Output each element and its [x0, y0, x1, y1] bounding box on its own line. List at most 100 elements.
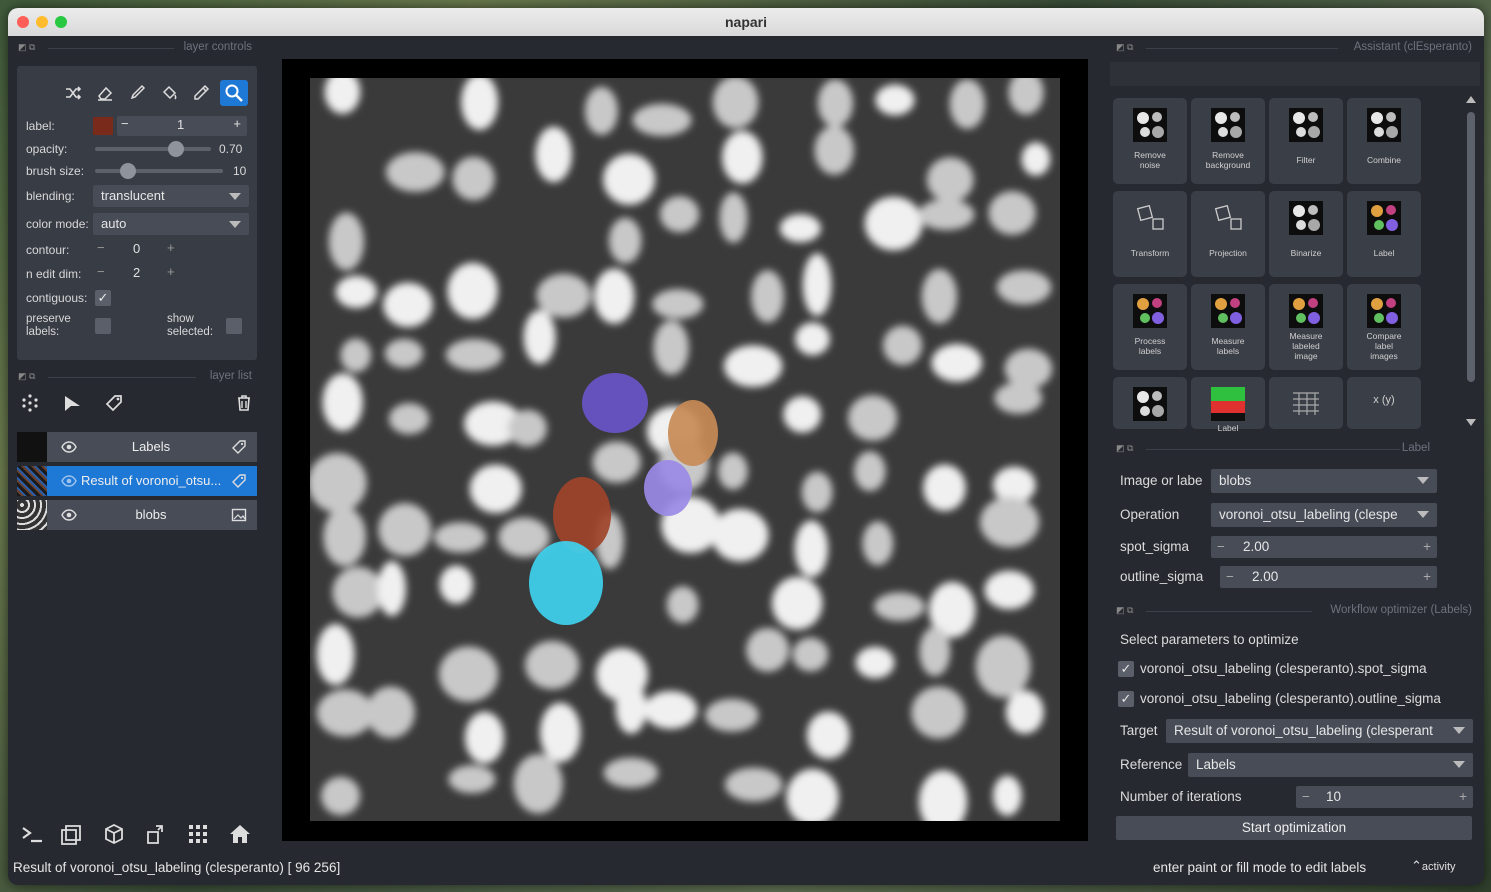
pick-tool-button[interactable] — [187, 80, 215, 106]
layer-name[interactable]: Result of voronoi_otsu... — [81, 473, 221, 488]
iterations-spinbox[interactable]: − 10 + — [1296, 786, 1473, 808]
dock-float-icon[interactable]: ◩ ⧉ — [1116, 443, 1133, 454]
spot-sigma-label: spot_sigma — [1120, 539, 1190, 554]
assistant-tile[interactable]: Transform — [1113, 191, 1187, 277]
new-points-layer-button[interactable] — [16, 390, 44, 416]
spot-sigma-param-checkbox[interactable]: ✓ — [1118, 661, 1134, 677]
console-button[interactable] — [16, 820, 48, 848]
viewer-canvas[interactable] — [282, 59, 1088, 841]
decrement-icon[interactable]: − — [1217, 536, 1225, 558]
spot-sigma-spinbox[interactable]: − 2.00 + — [1211, 536, 1437, 558]
assistant-tile[interactable]: Label — [1347, 191, 1421, 277]
increment-icon[interactable]: + — [1459, 786, 1467, 808]
transform-tool-button[interactable] — [59, 80, 87, 106]
assistant-scrollbar[interactable] — [1466, 96, 1478, 430]
assistant-search-bar[interactable] — [1110, 62, 1480, 86]
opacity-slider[interactable] — [95, 147, 211, 151]
pan-zoom-tool-button[interactable] — [220, 80, 248, 106]
transform-icon — [1133, 201, 1167, 235]
transpose-button[interactable] — [140, 820, 172, 848]
visibility-eye-icon[interactable] — [61, 440, 77, 459]
assistant-tile[interactable]: Measure labels — [1191, 284, 1265, 370]
visibility-eye-icon[interactable] — [61, 474, 77, 493]
grid-view-button[interactable] — [182, 820, 214, 848]
scrollbar-thumb[interactable] — [1467, 112, 1475, 382]
assistant-tile[interactable]: x (y) — [1347, 377, 1421, 429]
dock-float-icon[interactable]: ◩ ⧉ — [1116, 605, 1133, 616]
image-input-dropdown[interactable]: blobs — [1211, 469, 1437, 493]
assistant-tile[interactable]: Label — [1191, 377, 1265, 433]
scroll-up-icon[interactable] — [1466, 96, 1476, 103]
activity-button[interactable]: ⌃activity — [1411, 858, 1456, 874]
close-window-button[interactable] — [17, 16, 29, 28]
increment-icon[interactable]: + — [1423, 536, 1431, 558]
opacity-slider-handle[interactable] — [168, 141, 185, 157]
assistant-tile[interactable] — [1269, 377, 1343, 429]
compare-label-images-icon — [1367, 294, 1401, 328]
layer-row[interactable]: Labels — [17, 432, 257, 462]
delete-layer-button[interactable] — [230, 390, 258, 416]
layer-name[interactable]: blobs — [81, 507, 221, 522]
contour-spinbox[interactable]: − 0 + — [93, 240, 183, 260]
brush-size-slider[interactable] — [95, 169, 223, 173]
brush-size-label: brush size: — [26, 164, 85, 178]
label-label: label: — [26, 119, 55, 133]
assistant-tile[interactable] — [1113, 377, 1187, 429]
assistant-tile[interactable]: Process labels — [1113, 284, 1187, 370]
start-optimization-button[interactable]: Start optimization — [1116, 816, 1472, 840]
fill-tool-button[interactable] — [155, 80, 183, 106]
decrement-icon[interactable]: − — [1226, 566, 1234, 588]
minimize-window-button[interactable] — [36, 16, 48, 28]
increment-icon[interactable]: + — [167, 264, 175, 279]
assistant-tile[interactable]: Projection — [1191, 191, 1265, 277]
contiguous-checkbox[interactable]: ✓ — [95, 290, 111, 306]
zoom-window-button[interactable] — [55, 16, 67, 28]
assistant-tile[interactable]: Filter — [1269, 98, 1343, 184]
reset-view-button[interactable] — [224, 820, 256, 848]
blob — [814, 125, 855, 175]
layer-row[interactable]: Result of voronoi_otsu... — [17, 466, 257, 496]
assistant-tile[interactable]: Combine — [1347, 98, 1421, 184]
brush-size-slider-handle[interactable] — [120, 163, 136, 179]
dock-float-icon[interactable]: ◩ ⧉ — [18, 371, 35, 382]
decrement-icon[interactable]: − — [1302, 786, 1310, 808]
image-input-label: Image or labe — [1120, 473, 1203, 488]
assistant-tile[interactable]: Compare label images — [1347, 284, 1421, 370]
show-selected-checkbox[interactable] — [226, 318, 242, 334]
layer-name[interactable]: Labels — [81, 439, 221, 454]
decrement-icon[interactable]: − — [97, 240, 105, 255]
label-spinbox[interactable]: − 1 + — [117, 116, 247, 136]
paint-tool-button[interactable] — [123, 80, 151, 106]
assistant-tile[interactable]: Binarize — [1269, 191, 1343, 277]
preserve-labels-checkbox[interactable] — [95, 318, 111, 334]
decrement-icon[interactable]: − — [97, 264, 105, 279]
ndisplay-button[interactable] — [56, 820, 88, 848]
erase-tool-button[interactable] — [91, 80, 119, 106]
outline-sigma-spinbox[interactable]: − 2.00 + — [1220, 566, 1437, 588]
new-labels-layer-button[interactable] — [100, 390, 128, 416]
color-mode-dropdown[interactable]: auto — [93, 213, 249, 235]
blob — [593, 268, 635, 324]
assistant-tile[interactable]: Measure labeled image — [1269, 284, 1343, 370]
visibility-eye-icon[interactable] — [61, 508, 77, 527]
increment-icon[interactable]: + — [1423, 566, 1431, 588]
target-dropdown[interactable]: Result of voronoi_otsu_labeling (clesper… — [1166, 719, 1473, 743]
assistant-tile[interactable]: Remove noise — [1113, 98, 1187, 184]
increment-icon[interactable]: + — [233, 116, 241, 131]
increment-icon[interactable]: + — [167, 240, 175, 255]
roll-dims-button[interactable] — [98, 820, 130, 848]
scroll-down-icon[interactable] — [1466, 419, 1476, 426]
new-shapes-layer-button[interactable] — [58, 390, 86, 416]
blobs-image[interactable] — [310, 78, 1060, 821]
layer-row[interactable]: blobs — [17, 500, 257, 530]
blending-dropdown[interactable]: translucent — [93, 185, 249, 207]
n-edit-dim-spinbox[interactable]: − 2 + — [93, 264, 183, 284]
operation-dropdown[interactable]: voronoi_otsu_labeling (clespe — [1211, 503, 1437, 527]
dock-float-icon[interactable]: ◩ ⧉ — [18, 42, 35, 53]
outline-sigma-param-checkbox[interactable]: ✓ — [1118, 691, 1134, 707]
decrement-icon[interactable]: − — [121, 116, 129, 131]
dock-float-icon[interactable]: ◩ ⧉ — [1116, 42, 1133, 53]
assistant-tile[interactable]: Remove background — [1191, 98, 1265, 184]
reference-dropdown[interactable]: Labels — [1188, 753, 1473, 777]
label-color-swatch[interactable] — [93, 117, 113, 135]
